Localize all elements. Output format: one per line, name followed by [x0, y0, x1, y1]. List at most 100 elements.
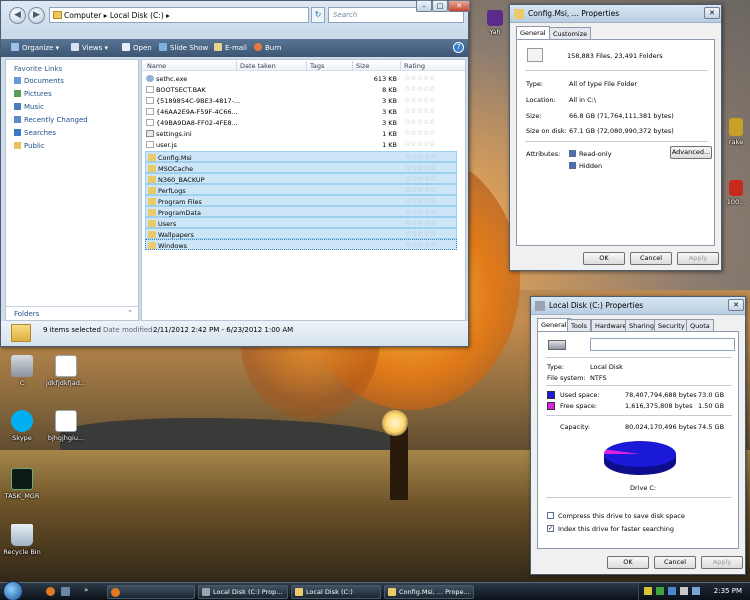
clock[interactable]: 2:35 PM	[714, 587, 742, 595]
taskbar-button-firefox[interactable]	[107, 585, 195, 599]
table-row[interactable]: user.js 1 KB ☆☆☆☆☆	[142, 139, 465, 150]
start-button[interactable]	[3, 581, 23, 600]
desktop-icon-yahoo[interactable]: Yah	[480, 10, 510, 36]
rating-stars[interactable]: ☆☆☆☆☆	[405, 230, 436, 238]
cancel-button[interactable]: Cancel	[654, 556, 696, 569]
rating-stars[interactable]: ☆☆☆☆☆	[405, 219, 436, 227]
tab-sharing[interactable]: Sharing	[625, 319, 658, 331]
favorite-documents[interactable]: Documents	[6, 75, 138, 88]
drive-name-input[interactable]	[590, 338, 735, 351]
rating-stars[interactable]: ☆☆☆☆☆	[404, 118, 435, 126]
help-icon[interactable]: ?	[453, 42, 464, 53]
tray-icon[interactable]	[656, 587, 664, 595]
favorite-public[interactable]: Public	[6, 140, 138, 153]
table-row[interactable]: BOOTSECT.BAK 8 KB ☆☆☆☆☆	[142, 84, 465, 95]
table-row-folder[interactable]: ProgramData ☆☆☆☆☆	[145, 206, 457, 217]
rating-stars[interactable]: ☆☆☆☆☆	[404, 96, 435, 104]
column-size[interactable]: Size	[356, 62, 369, 70]
tab-quota[interactable]: Quota	[686, 319, 714, 331]
folders-toggle[interactable]: Folders ⌃	[6, 306, 138, 320]
table-row[interactable]: sethc.exe 613 KB ☆☆☆☆☆	[142, 73, 465, 84]
compress-checkbox[interactable]	[547, 512, 554, 519]
tab-tools[interactable]: Tools	[567, 319, 592, 331]
desktop-icon-task-mgr[interactable]: TASK_MGR	[0, 468, 44, 500]
burn-button[interactable]: Burn	[254, 43, 281, 52]
rating-stars[interactable]: ☆☆☆☆☆	[404, 74, 435, 82]
maximize-button[interactable]: □	[432, 0, 448, 12]
volume-icon[interactable]	[680, 587, 688, 595]
favorite-music[interactable]: Music	[6, 101, 138, 114]
quick-launch-icon-2[interactable]	[61, 587, 70, 596]
slide-show-button[interactable]: Slide Show	[159, 43, 208, 52]
table-row[interactable]: {5189854C-9BE3-4817-... 3 KB ☆☆☆☆☆	[142, 95, 465, 106]
rating-stars[interactable]: ☆☆☆☆☆	[405, 197, 436, 205]
tray-icon[interactable]	[644, 587, 652, 595]
favorite-pictures[interactable]: Pictures	[6, 88, 138, 101]
organize-button[interactable]: Organize ▾	[11, 43, 59, 52]
taskbar-button-disk-properties[interactable]: Local Disk (C:) Prop...	[198, 585, 288, 599]
rating-stars[interactable]: ☆☆☆☆☆	[405, 153, 436, 161]
quick-launch-icon[interactable]	[46, 587, 55, 596]
table-row-folder[interactable]: MSOCache ☆☆☆☆☆	[145, 162, 457, 173]
rating-stars[interactable]: ☆☆☆☆☆	[404, 140, 435, 148]
column-tags[interactable]: Tags	[310, 62, 324, 70]
rating-stars[interactable]: ☆☆☆☆☆	[404, 129, 435, 137]
table-row-folder[interactable]: Program Files ☆☆☆☆☆	[145, 195, 457, 206]
tab-general[interactable]: General	[516, 26, 550, 39]
desktop-icon-pdf[interactable]: 100...	[722, 180, 750, 206]
forward-button[interactable]: ▶	[28, 7, 45, 24]
views-button[interactable]: Views ▾	[71, 43, 108, 52]
hidden-checkbox[interactable]	[569, 162, 576, 169]
ok-button[interactable]: OK	[583, 252, 625, 265]
column-date-taken[interactable]: Date taken	[240, 62, 276, 70]
taskbar-button-explorer[interactable]: Local Disk (C:)	[291, 585, 381, 599]
table-row[interactable]: settings.ini 1 KB ☆☆☆☆☆	[142, 128, 465, 139]
tab-security[interactable]: Security	[654, 319, 689, 331]
table-row[interactable]: {46AA2E9A-F59F-4C66... 3 KB ☆☆☆☆☆	[142, 106, 465, 117]
close-button[interactable]: ✕	[704, 7, 720, 19]
rating-stars[interactable]: ☆☆☆☆☆	[405, 175, 436, 183]
desktop-icon-document[interactable]: jdkfjdkfjad...	[44, 355, 88, 387]
ok-button[interactable]: OK	[607, 556, 649, 569]
index-checkbox[interactable]: ✓	[547, 525, 554, 532]
refresh-button[interactable]: ↻	[311, 7, 325, 23]
rating-stars[interactable]: ☆☆☆☆☆	[405, 241, 436, 249]
table-row-folder[interactable]: Config.Msi ☆☆☆☆☆	[145, 151, 457, 162]
favorite-recently-changed[interactable]: Recently Changed	[6, 114, 138, 127]
cancel-button[interactable]: Cancel	[630, 252, 672, 265]
table-row-folder[interactable]: N360_BACKUP ☆☆☆☆☆	[145, 173, 457, 184]
address-bar[interactable]: Computer ▸ Local Disk (C:) ▸	[49, 7, 309, 23]
table-row-folder[interactable]: Wallpapers ☆☆☆☆☆	[145, 228, 457, 239]
close-button[interactable]: ✕	[448, 0, 470, 12]
table-row-folder[interactable]: Windows ☆☆☆☆☆	[145, 239, 457, 250]
apply-button[interactable]: Apply	[701, 556, 743, 569]
desktop-icon-recycle-bin[interactable]: Recycle Bin	[0, 524, 44, 556]
advanced-button[interactable]: Advanced...	[670, 146, 712, 159]
taskbar-button-config-properties[interactable]: Config.Msi, ... Prope...	[384, 585, 474, 599]
open-button[interactable]: Open	[122, 43, 152, 52]
column-rating[interactable]: Rating	[404, 62, 425, 70]
close-button[interactable]: ✕	[728, 299, 744, 311]
email-button[interactable]: E-mail	[214, 43, 247, 52]
rating-stars[interactable]: ☆☆☆☆☆	[404, 85, 435, 93]
table-row-folder[interactable]: PerfLogs ☆☆☆☆☆	[145, 184, 457, 195]
rating-stars[interactable]: ☆☆☆☆☆	[405, 164, 436, 172]
readonly-checkbox[interactable]	[569, 150, 576, 157]
rating-stars[interactable]: ☆☆☆☆☆	[405, 208, 436, 216]
desktop-icon-c-drive[interactable]: C	[0, 355, 44, 387]
desktop-icon-rake[interactable]: rake	[722, 118, 750, 146]
rating-stars[interactable]: ☆☆☆☆☆	[404, 107, 435, 115]
desktop-icon-document-2[interactable]: bjhgjhgiu...	[44, 410, 88, 442]
tray-icon[interactable]	[668, 587, 676, 595]
desktop-icon-skype[interactable]: Skype	[0, 410, 44, 442]
quick-launch-more-icon[interactable]: »	[84, 586, 88, 594]
tab-general[interactable]: General	[537, 318, 571, 331]
back-button[interactable]: ◀	[9, 7, 26, 24]
network-icon[interactable]	[692, 587, 700, 595]
apply-button[interactable]: Apply	[677, 252, 719, 265]
tab-customize[interactable]: Customize	[549, 27, 592, 39]
table-row[interactable]: {49BA9DA8-FF02-4FE8... 3 KB ☆☆☆☆☆	[142, 117, 465, 128]
rating-stars[interactable]: ☆☆☆☆☆	[405, 186, 436, 194]
favorite-searches[interactable]: Searches	[6, 127, 138, 140]
column-name[interactable]: Name	[147, 62, 166, 70]
